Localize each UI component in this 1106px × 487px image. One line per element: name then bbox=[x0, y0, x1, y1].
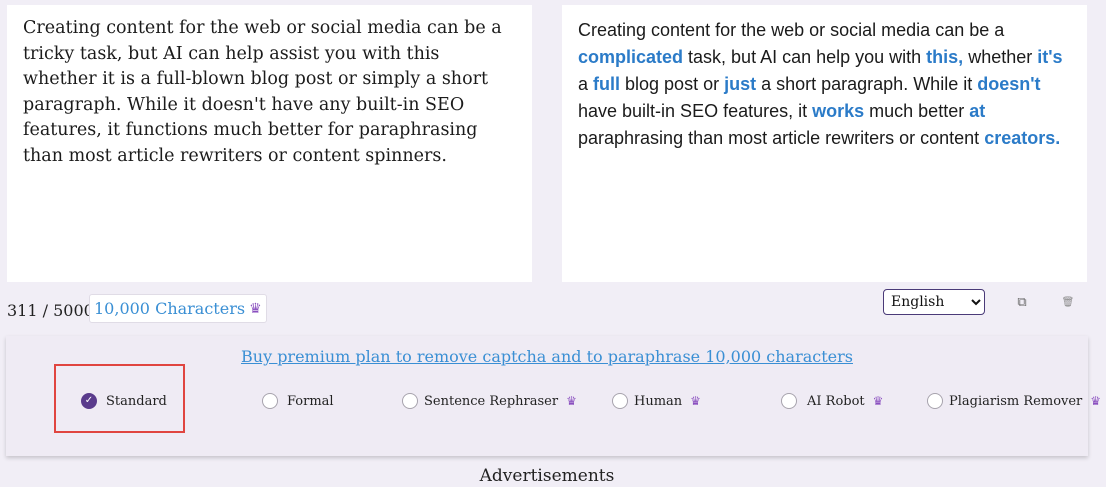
language-select[interactable]: English bbox=[883, 289, 985, 315]
output-segment: much better bbox=[864, 101, 970, 121]
output-text: Creating content for the web or social m… bbox=[578, 20, 1063, 148]
changed-word[interactable]: complicated bbox=[578, 47, 683, 67]
premium-character-limit-label: 10,000 Characters bbox=[94, 298, 246, 318]
output-text-panel[interactable]: Creating content for the web or social m… bbox=[562, 5, 1087, 282]
output-segment: Creating content for the web or social m… bbox=[578, 20, 1005, 40]
mode-formal[interactable]: Formal bbox=[262, 392, 334, 410]
ai-robot-radio[interactable] bbox=[781, 393, 797, 409]
trash-icon[interactable]: 🗑 bbox=[1061, 295, 1075, 311]
output-segment: a bbox=[578, 74, 594, 94]
input-text-panel[interactable]: Creating content for the web or social m… bbox=[7, 5, 532, 282]
buy-premium-link[interactable]: Buy premium plan to remove captcha and t… bbox=[0, 347, 1094, 366]
changed-word[interactable]: creators. bbox=[984, 128, 1060, 148]
mode-standard[interactable]: Standard bbox=[81, 392, 167, 410]
premium-character-limit-badge[interactable]: 10,000 Characters ♛ bbox=[89, 294, 267, 323]
input-text: Creating content for the web or social m… bbox=[23, 18, 502, 166]
output-segment: task, but AI can help you with bbox=[683, 47, 927, 67]
advertisements-label: Advertisements bbox=[479, 466, 615, 486]
mode-label: Human bbox=[634, 393, 683, 409]
changed-word[interactable]: this, bbox=[926, 47, 963, 67]
mode-label: AI Robot bbox=[807, 393, 865, 409]
standard-radio[interactable] bbox=[81, 393, 97, 409]
mode-label: Plagiarism Remover bbox=[949, 393, 1083, 409]
output-segment: blog post or bbox=[620, 74, 725, 94]
crown-icon: ♛ bbox=[690, 394, 701, 408]
output-segment: whether bbox=[963, 47, 1038, 67]
output-segment: paraphrasing than most article rewriters… bbox=[578, 128, 985, 148]
output-segment: a short paragraph. While it bbox=[756, 74, 978, 94]
mode-human[interactable]: Human ♛ bbox=[612, 392, 701, 410]
changed-word[interactable]: doesn't bbox=[977, 74, 1040, 94]
crown-icon: ♛ bbox=[249, 300, 262, 317]
mode-label: Sentence Rephraser bbox=[424, 393, 559, 409]
mode-label: Standard bbox=[106, 393, 167, 409]
mode-label: Formal bbox=[287, 393, 334, 409]
mode-sentence-rephraser[interactable]: Sentence Rephraser ♛ bbox=[402, 392, 577, 410]
editor-area: Creating content for the web or social m… bbox=[0, 0, 1106, 283]
changed-word[interactable]: just bbox=[724, 74, 756, 94]
crown-icon: ♛ bbox=[1090, 394, 1102, 408]
mode-ai-robot[interactable]: AI Robot ♛ bbox=[781, 392, 883, 410]
character-counter: 311 / 5000 bbox=[7, 301, 94, 320]
plagiarism-remover-radio[interactable] bbox=[927, 393, 943, 409]
formal-radio[interactable] bbox=[262, 393, 278, 409]
crown-icon: ♛ bbox=[872, 394, 884, 408]
mode-plagiarism-remover[interactable]: Plagiarism Remover ♛ bbox=[927, 392, 1101, 410]
changed-word[interactable]: at bbox=[969, 101, 985, 121]
human-radio[interactable] bbox=[612, 393, 628, 409]
changed-word[interactable]: works bbox=[812, 101, 864, 121]
crown-icon: ♛ bbox=[566, 394, 577, 408]
output-segment: have built-in SEO features, it bbox=[578, 101, 813, 121]
changed-word[interactable]: it's bbox=[1037, 47, 1062, 67]
copy-icon[interactable]: ⧉ bbox=[1015, 295, 1029, 311]
sentence-rephraser-radio[interactable] bbox=[402, 393, 418, 409]
changed-word[interactable]: full bbox=[593, 74, 620, 94]
